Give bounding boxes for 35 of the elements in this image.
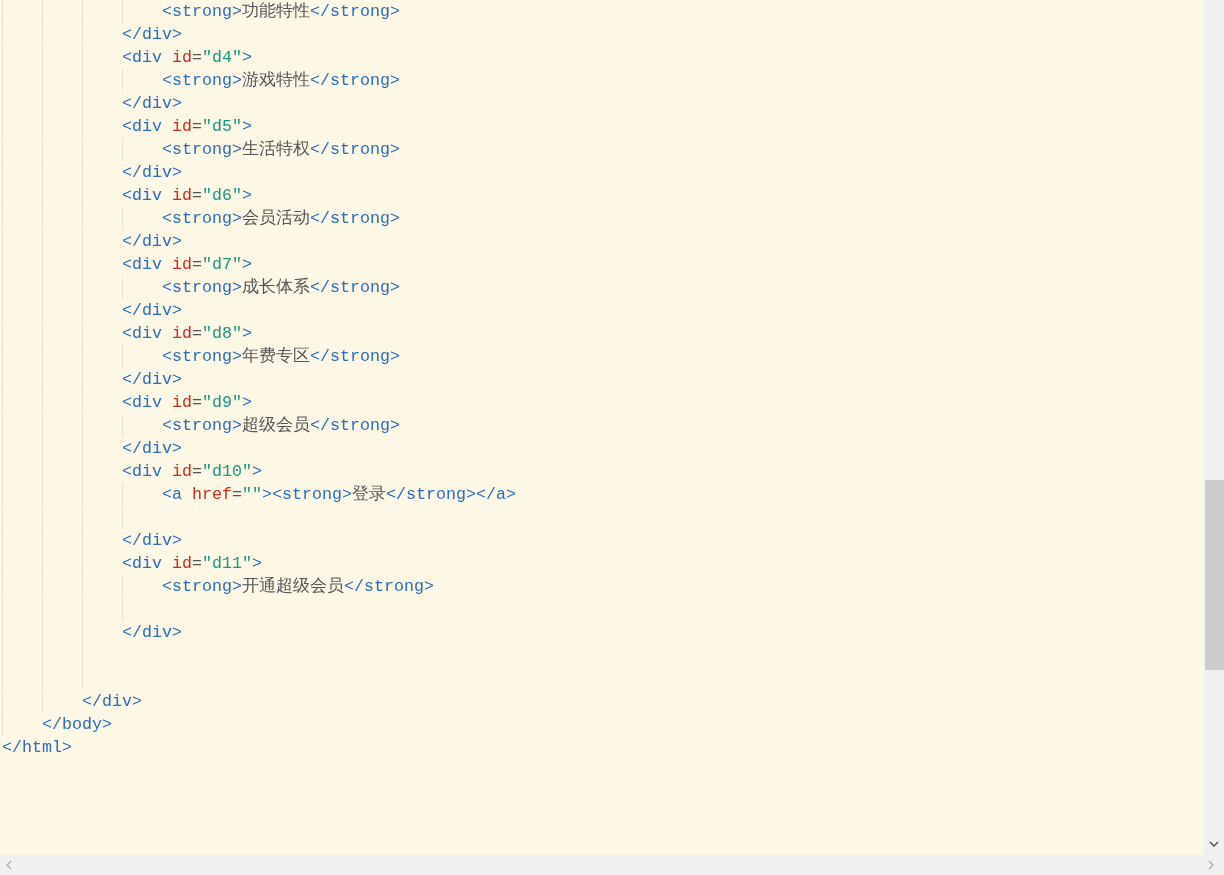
code-line: </div> bbox=[122, 438, 182, 460]
code-line: <strong>生活特权</strong> bbox=[162, 139, 400, 161]
code-line: <div id="d9"> bbox=[122, 392, 252, 414]
vertical-scrollbar[interactable] bbox=[1204, 0, 1224, 855]
code-line: <div id="d5"> bbox=[122, 116, 252, 138]
scrollbar-thumb[interactable] bbox=[1204, 480, 1224, 670]
code-line: <div id="d10"> bbox=[122, 461, 262, 483]
code-line: </div> bbox=[122, 369, 182, 391]
code-line: <a href=""><strong>登录</strong></a> bbox=[162, 484, 516, 506]
code-line: <div id="d7"> bbox=[122, 254, 252, 276]
code-line: <div id="d8"> bbox=[122, 323, 252, 345]
code-line: <div id="d11"> bbox=[122, 553, 262, 575]
code-line: <strong>成长体系</strong> bbox=[162, 276, 400, 299]
scroll-left-icon[interactable] bbox=[6, 860, 12, 870]
code-line: </div> bbox=[122, 162, 182, 184]
code-line: <div id="d6"> bbox=[122, 185, 252, 207]
code-line: </html> bbox=[2, 737, 72, 759]
horizontal-scrollbar[interactable] bbox=[0, 855, 1224, 875]
code-line: </div> bbox=[122, 231, 182, 253]
code-line: <strong>超级会员</strong> bbox=[162, 415, 400, 437]
code-line: <strong>开通超级会员</strong> bbox=[162, 576, 434, 598]
code-line: </div> bbox=[122, 93, 182, 115]
code-line: </div> bbox=[122, 300, 182, 322]
code-line: </body> bbox=[42, 714, 112, 736]
code-line: </div> bbox=[122, 622, 182, 644]
code-line: <div id="d4"> bbox=[122, 47, 252, 69]
code-line: </div> bbox=[122, 530, 182, 552]
scroll-down-icon[interactable] bbox=[1209, 841, 1219, 847]
code-line: <strong>功能特性</strong> bbox=[162, 1, 400, 23]
code-line: <strong>会员活动</strong> bbox=[162, 208, 400, 230]
scroll-right-icon[interactable] bbox=[1208, 860, 1214, 870]
code-line: <strong>年费专区</strong> bbox=[162, 346, 400, 368]
code-line: <strong>游戏特性</strong> bbox=[162, 70, 400, 92]
code-line: </div> bbox=[82, 691, 142, 713]
code-line: </div> bbox=[122, 24, 182, 46]
